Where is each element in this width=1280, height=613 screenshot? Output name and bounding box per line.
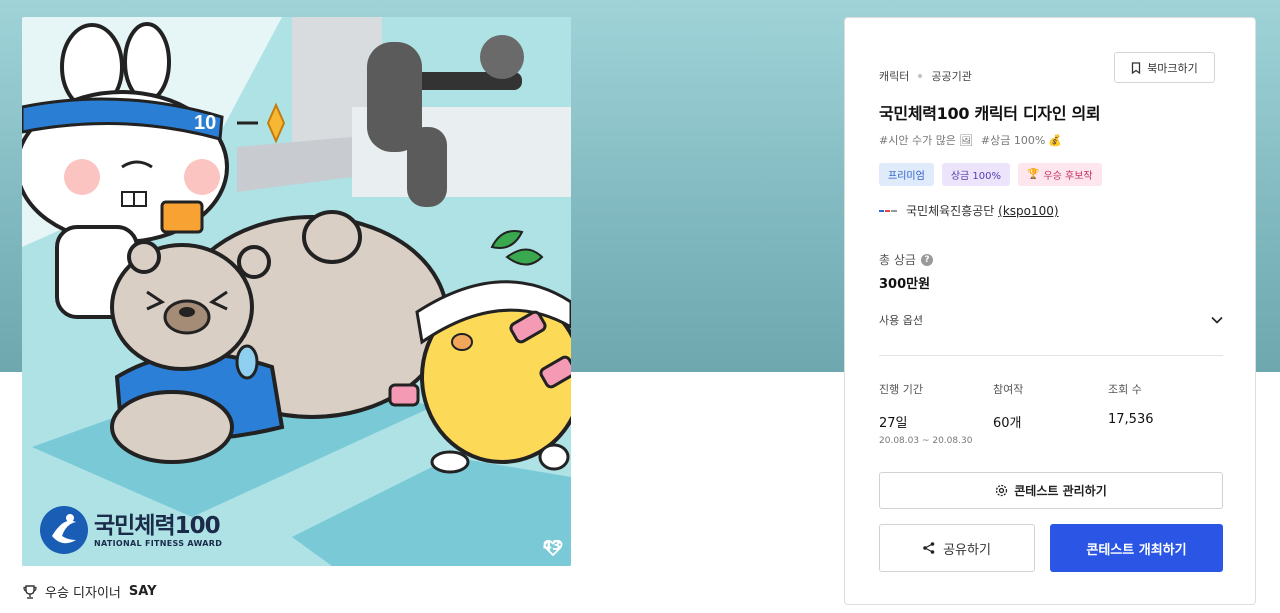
winner-designer: 우승 디자이너 SAY [23,582,157,601]
manage-contest-button[interactable]: 콘테스트 관리하기 [879,472,1223,509]
bookmark-label: 북마크하기 [1147,61,1198,75]
like-button[interactable]: 43 [543,539,563,557]
usage-options-dropdown[interactable]: 사용 옵션 [879,308,1223,332]
award-emblem-icon [40,506,88,554]
help-icon[interactable]: ? [920,253,933,266]
svg-text:10: 10 [194,112,216,134]
tag-text: #시안 수가 많은 [879,134,956,147]
host-contest-button[interactable]: 콘테스트 개최하기 [1050,524,1223,572]
bookmark-button[interactable]: 북마크하기 [1114,52,1215,83]
host-organization: 국민체육진흥공단 (kspo100) [879,202,1059,219]
breadcrumb-separator [918,74,923,78]
badge-label: 프리미엄 [888,171,925,182]
breadcrumb: 캐릭터 공공기관 [879,68,972,84]
award-title: 국민체력100 [94,512,221,539]
breadcrumb-subcategory[interactable]: 공공기관 [931,68,971,84]
contest-artwork[interactable]: 10 국민체력100 NATIONAL FITNESS AWARD 43 [22,17,571,566]
usage-option-label: 사용 옵션 [879,314,923,327]
picture-icon: 🖼 [958,133,973,147]
stat-entries: 참여작 60개 [993,381,1023,431]
premium-badge: 프리미엄 [879,163,934,186]
period-label: 진행 기간 [879,383,923,396]
winner-name[interactable]: SAY [129,584,157,599]
winner-prefix: 우승 디자이너 [45,586,121,601]
prize-label-text: 총 상금 [879,253,916,267]
tag-text: #상금 100% [980,134,1046,147]
gear-icon [996,484,1008,497]
stat-views: 조회 수 17,536 [1108,381,1154,427]
views-label: 조회 수 [1108,383,1142,396]
entries-label: 참여작 [993,383,1024,396]
total-prize-value: 300만원 [879,277,931,292]
bookmark-icon [1132,61,1141,74]
period-range: 20.08.03 ~ 20.08.30 [879,436,973,446]
prize-full-badge: 상금 100% [941,163,1010,186]
trophy-icon [23,584,37,599]
contest-title: 국민체력100 캐릭터 디자인 의뢰 [879,104,1101,123]
stat-period: 진행 기간 27일 20.08.03 ~ 20.08.30 [879,381,972,446]
trophy-icon: 🏆 [1026,169,1040,180]
heart-icon [543,539,563,557]
divider [879,355,1223,356]
character-illustration: 10 [22,17,571,566]
money-bag-icon: 💰 [1048,133,1063,147]
contest-tags: #시안 수가 많은 🖼 #상금 100% 💰 [879,132,1062,148]
entries-value: 60개 [993,416,1022,431]
share-icon [923,542,935,554]
total-prize-label: 총 상금 ? [879,251,933,268]
manage-label: 콘테스트 관리하기 [1014,484,1107,498]
badge-label: 상금 100% [950,171,1001,182]
host-contest-label: 콘테스트 개최하기 [1086,542,1187,558]
share-label: 공유하기 [943,542,991,558]
host-profile-link[interactable]: (kspo100) [998,204,1058,218]
contest-info-card: 캐릭터 공공기관 북마크하기 국민체력100 캐릭터 디자인 의뢰 #시안 수가… [844,17,1256,605]
national-fitness-award-logo: 국민체력100 NATIONAL FITNESS AWARD [40,506,222,554]
tag-prize-full[interactable]: #상금 100% 💰 [981,132,1062,148]
host-name: 국민체육진흥공단 [906,204,995,218]
tag-many-drafts[interactable]: #시안 수가 많은 🖼 [879,132,973,148]
badge-label: 우승 후보작 [1043,171,1093,182]
share-button[interactable]: 공유하기 [879,524,1035,572]
host-logo-icon [879,209,897,212]
chevron-down-icon [1211,316,1223,324]
contest-badges: 프리미엄 상금 100% 🏆 우승 후보작 [879,163,1102,186]
award-subtitle: NATIONAL FITNESS AWARD [94,538,223,548]
breadcrumb-category[interactable]: 캐릭터 [879,68,909,84]
views-value: 17,536 [1108,412,1154,427]
period-value: 27일 [879,416,908,431]
winner-candidate-badge: 🏆 우승 후보작 [1017,163,1102,186]
